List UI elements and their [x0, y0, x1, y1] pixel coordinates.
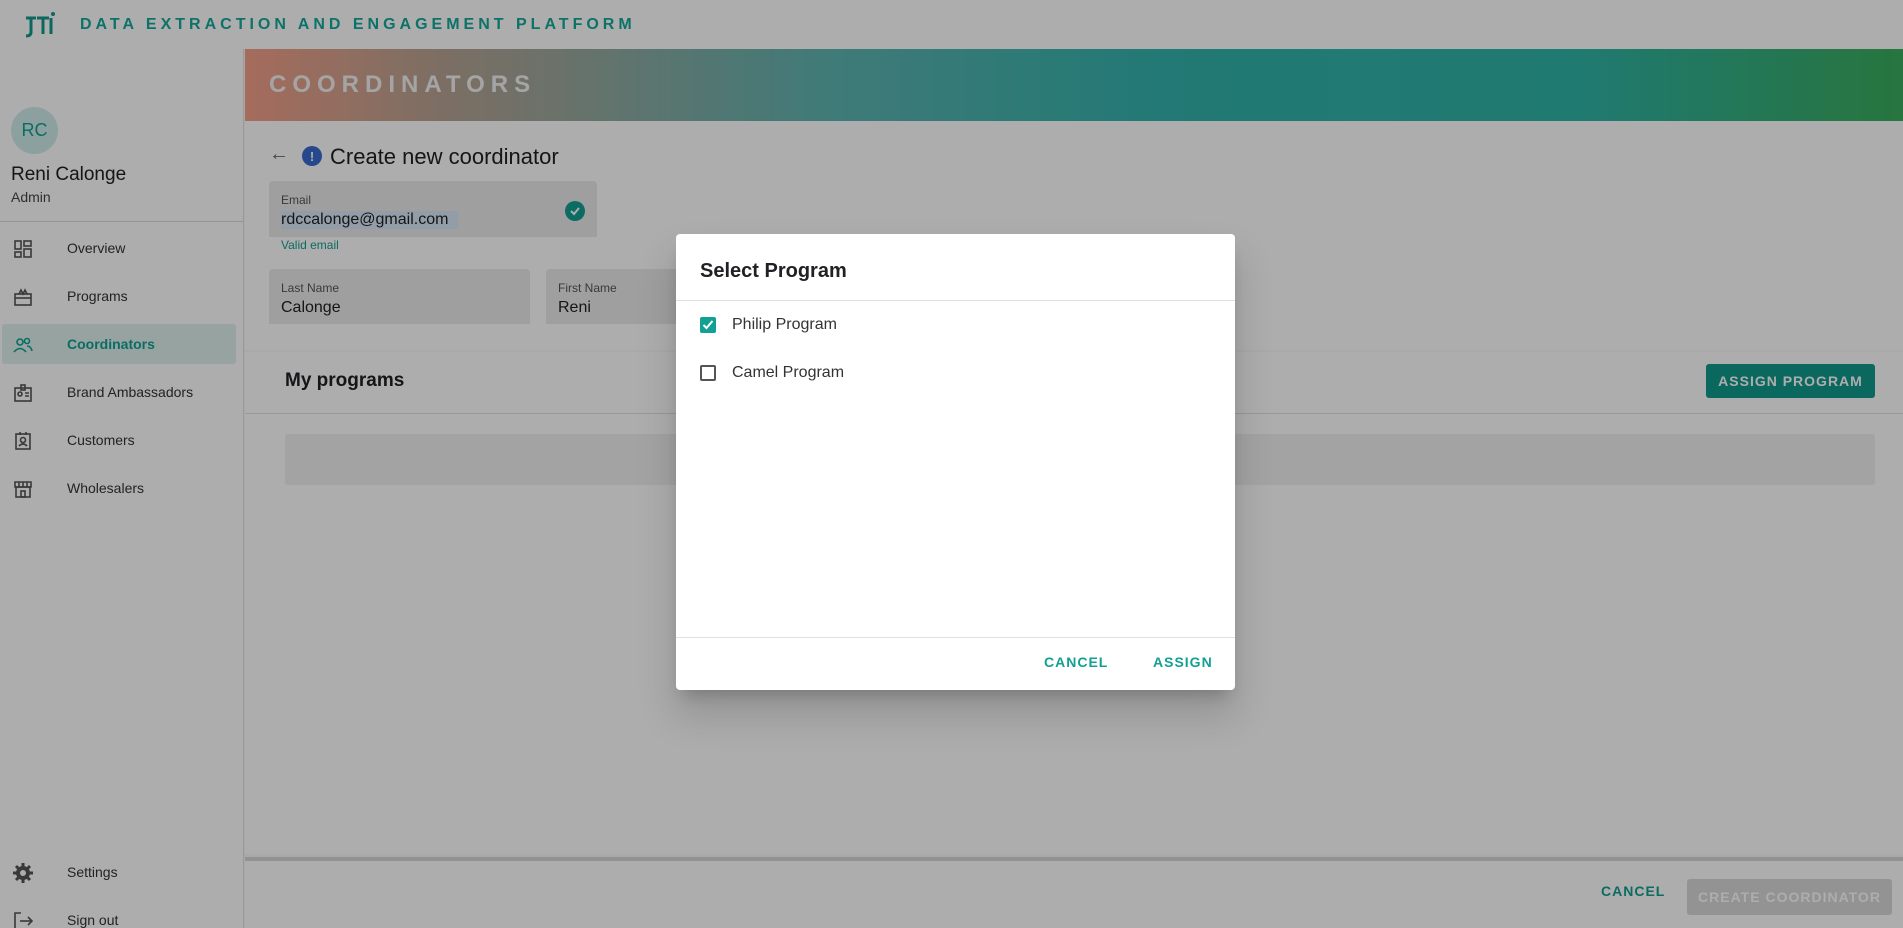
checkbox-checked[interactable]	[700, 317, 716, 333]
program-option-label: Camel Program	[732, 364, 845, 381]
select-program-dialog: Select Program Philip Program Camel Prog…	[676, 234, 1235, 690]
program-option[interactable]: Philip Program	[700, 313, 837, 337]
dialog-divider	[676, 300, 1235, 301]
dialog-title: Select Program	[700, 260, 847, 282]
dialog-divider	[676, 637, 1235, 638]
dialog-cancel-button[interactable]: CANCEL	[1044, 654, 1108, 670]
dialog-assign-button[interactable]: ASSIGN	[1153, 654, 1213, 670]
checkbox-unchecked[interactable]	[700, 365, 716, 381]
program-option[interactable]: Camel Program	[700, 361, 844, 385]
program-option-label: Philip Program	[732, 316, 837, 333]
